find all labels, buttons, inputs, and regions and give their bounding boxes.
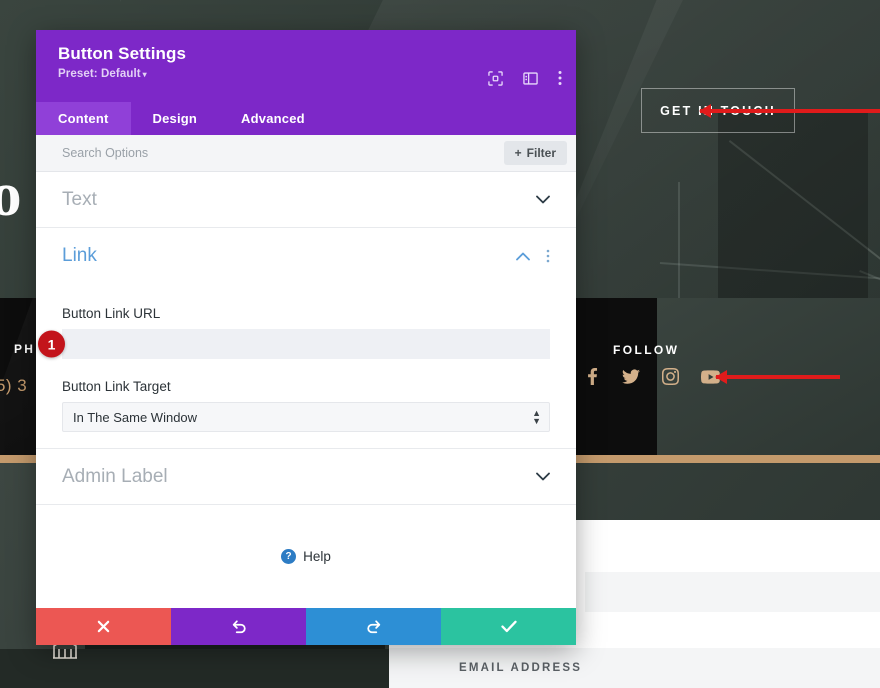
annotation-badge-1: 1 <box>38 331 65 358</box>
help-row[interactable]: ? Help <box>36 505 576 564</box>
button-settings-modal: Button Settings Preset: Default▾ <box>36 30 576 645</box>
section-admin-label-title: Admin Label <box>62 466 536 488</box>
focus-target-icon[interactable] <box>488 71 503 86</box>
field-button-link-target: Button Link Target In The Same Window In… <box>62 379 550 432</box>
chevron-down-icon <box>536 470 550 483</box>
form-field-strip-1 <box>585 572 880 612</box>
check-icon <box>501 620 517 633</box>
glass-dark-panel <box>718 110 868 298</box>
modal-body: Text Link Button Link URL 1 <box>36 172 576 608</box>
filter-button-label: Filter <box>527 146 556 160</box>
modal-header-icons <box>488 70 562 86</box>
section-text-header[interactable]: Text <box>36 172 576 228</box>
button-link-target-select[interactable]: In The Same Window In The New Tab <box>62 402 550 432</box>
twitter-icon[interactable] <box>622 369 640 385</box>
chevron-up-icon <box>516 250 530 263</box>
tab-design[interactable]: Design <box>131 102 220 135</box>
modal-preset-label: Preset: Default <box>58 68 141 80</box>
undo-icon <box>231 619 247 635</box>
hero-heading: to <box>0 160 22 231</box>
modal-title: Button Settings <box>58 44 558 64</box>
social-links-row <box>585 368 720 385</box>
section-link-options-icon[interactable] <box>546 249 550 263</box>
modal-tabs: Content Design Advanced <box>36 102 576 135</box>
annotation-arrow-social <box>716 375 840 379</box>
field-button-link-url-label: Button Link URL <box>62 306 550 321</box>
close-button[interactable] <box>36 608 171 645</box>
chevron-down-icon: ▾ <box>143 70 147 79</box>
search-options-bar: + Filter <box>36 135 576 172</box>
section-admin-label-header[interactable]: Admin Label <box>36 449 576 505</box>
help-label: Help <box>303 549 331 564</box>
filter-button[interactable]: + Filter <box>504 141 567 165</box>
field-button-link-url: Button Link URL 1 <box>62 306 550 359</box>
help-icon: ? <box>281 549 296 564</box>
tab-advanced[interactable]: Advanced <box>219 102 327 135</box>
kebab-menu-icon[interactable] <box>558 70 562 86</box>
phone-label: PH <box>14 342 35 356</box>
redo-icon <box>366 619 382 635</box>
save-button[interactable] <box>441 608 576 645</box>
email-address-label: EMAIL ADDRESS <box>459 662 582 674</box>
instagram-icon[interactable] <box>662 368 679 385</box>
field-button-link-target-label: Button Link Target <box>62 379 550 394</box>
phone-number: 55) 3 <box>0 376 27 396</box>
chevron-down-icon <box>536 193 550 206</box>
annotation-arrow-cta <box>700 109 880 113</box>
search-input[interactable] <box>62 146 504 160</box>
modal-preset-selector[interactable]: Preset: Default▾ <box>58 68 558 80</box>
section-text-title: Text <box>62 189 536 211</box>
section-link-title: Link <box>62 245 516 267</box>
railing-post <box>678 182 680 298</box>
undo-button[interactable] <box>171 608 306 645</box>
section-link-header[interactable]: Link <box>36 228 576 284</box>
redo-button[interactable] <box>306 608 441 645</box>
follow-label: FOLLOW <box>613 343 679 357</box>
section-link-body: Button Link URL 1 Button Link Target In … <box>36 284 576 449</box>
layout-panel-icon[interactable] <box>523 71 538 86</box>
plus-icon: + <box>515 146 522 160</box>
facebook-icon[interactable] <box>585 368 600 385</box>
tab-content[interactable]: Content <box>36 102 131 135</box>
button-link-url-input[interactable] <box>62 329 550 359</box>
modal-footer <box>36 608 576 645</box>
close-x-icon <box>97 620 110 633</box>
modal-header: Button Settings Preset: Default▾ <box>36 30 576 102</box>
